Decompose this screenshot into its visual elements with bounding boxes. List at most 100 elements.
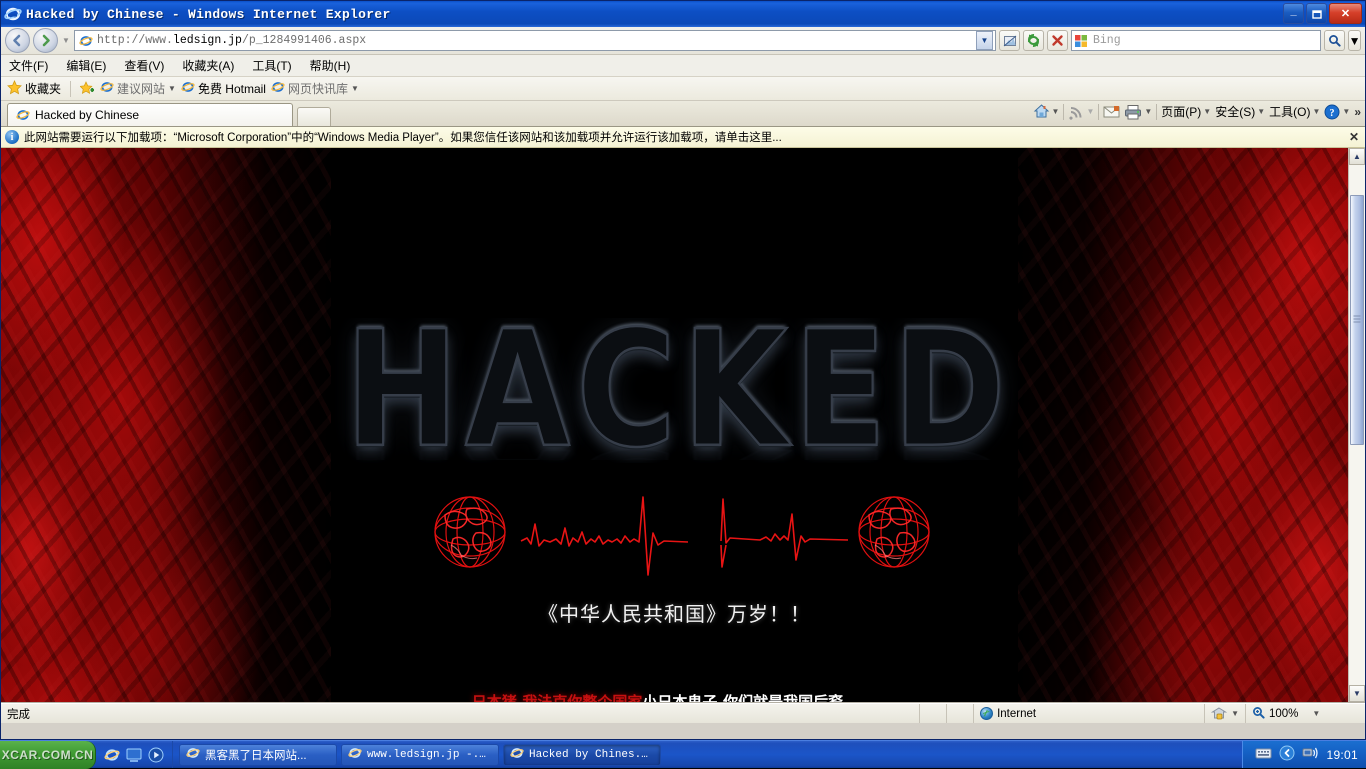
refresh-button[interactable]	[1023, 30, 1044, 51]
tab-hacked-by-chinese[interactable]: Hacked by Chinese	[7, 103, 293, 126]
search-icon[interactable]	[1324, 30, 1345, 51]
chevron-down-icon[interactable]: ▼	[1312, 107, 1320, 116]
print-button[interactable]: ▼	[1124, 104, 1152, 120]
menu-edit[interactable]: 编辑(E)	[66, 57, 106, 74]
window-controls: _ ✕	[1283, 3, 1362, 24]
scrollbar-track[interactable]	[1349, 165, 1365, 685]
page-menu-label: 页面(P)	[1161, 105, 1202, 119]
page-menu-button[interactable]: 页面(P) ▼	[1161, 103, 1211, 120]
menu-view[interactable]: 查看(V)	[124, 57, 164, 74]
command-bar: ▼ ▼ ▼ 页面(P) ▼ 安全(S) ▼ 工具(O) ▼ ? ▼ »	[1033, 103, 1361, 120]
taskbar-item[interactable]: 黑客黑了日本网站...	[179, 743, 337, 766]
add-to-favorites-icon[interactable]	[80, 81, 95, 96]
search-input[interactable]: Bing	[1071, 30, 1321, 51]
chevron-down-icon: ▼	[1086, 107, 1095, 116]
ie-icon[interactable]	[104, 747, 120, 763]
tab-label: Hacked by Chinese	[35, 108, 140, 122]
forward-button[interactable]	[33, 28, 58, 53]
page-scrollbar[interactable]: ▲ ▼	[1348, 148, 1365, 702]
chevron-down-icon[interactable]: ▼	[1203, 107, 1211, 116]
compatibility-view-icon[interactable]	[999, 30, 1020, 51]
address-dropdown-caret[interactable]: ▼	[976, 31, 993, 50]
window-title: Hacked by Chinese - Windows Internet Exp…	[26, 6, 391, 22]
ie-icon	[181, 80, 195, 97]
taskbar-item-label: 黑客黑了日本网站...	[205, 749, 307, 762]
taskbar-clock[interactable]: 19:01	[1326, 748, 1358, 762]
favbar-divider	[70, 80, 72, 97]
star-icon	[7, 79, 22, 98]
page-favicon	[79, 34, 93, 48]
address-bar[interactable]: http://www.ledsign.jp/p_1284991406.aspx …	[74, 30, 996, 51]
headline-red-part: 日本猪,我法克你整个国家	[471, 693, 643, 702]
favbar-item-label: 免费 Hotmail	[197, 82, 266, 96]
favbar-item-web-slice-gallery[interactable]: 网页快讯库 ▼	[271, 80, 359, 97]
hacked-defacement-page: HACKED HACKED	[1, 148, 1348, 702]
info-icon: i	[5, 130, 19, 144]
mail-button[interactable]	[1103, 105, 1120, 119]
favorites-center-button[interactable]: 收藏夹	[7, 79, 61, 98]
browser-window: Hacked by Chinese - Windows Internet Exp…	[0, 0, 1366, 740]
close-icon[interactable]: ✕	[1349, 130, 1359, 144]
keyboard-icon[interactable]	[1255, 747, 1272, 763]
menu-help[interactable]: 帮助(H)	[310, 57, 351, 74]
ie-icon	[186, 746, 200, 763]
media-player-icon[interactable]	[148, 747, 164, 763]
chevron-down-icon[interactable]: ▼	[1052, 107, 1060, 116]
show-desktop-icon[interactable]	[126, 747, 142, 763]
security-zone[interactable]: Internet	[974, 704, 1204, 723]
chevron-down-icon[interactable]: ▼	[1312, 709, 1320, 718]
title-bar: Hacked by Chinese - Windows Internet Exp…	[1, 1, 1365, 27]
zoom-icon	[1252, 706, 1265, 722]
command-bar-overflow-icon[interactable]: »	[1354, 105, 1361, 119]
scrollbar-thumb[interactable]	[1350, 195, 1364, 445]
cmdbar-divider	[1098, 103, 1100, 120]
address-toolbar: ▼ http://www.ledsign.jp/p_1284991406.asp…	[1, 27, 1365, 55]
taskbar-item-active[interactable]: Hacked by Chines...	[503, 743, 661, 766]
chevron-down-icon[interactable]: ▼	[1257, 107, 1265, 116]
taskbar-item[interactable]: www.ledsign.jp -...	[341, 743, 499, 766]
headline-white-part: 小日本鬼子,你们就是我国后裔......	[642, 693, 878, 702]
scroll-up-button[interactable]: ▲	[1349, 148, 1365, 165]
tab-bar: Hacked by Chinese ▼ ▼ ▼ 页面(P) ▼ 安全(S) ▼ …	[1, 101, 1365, 127]
start-button[interactable]: XCAR.COM.CN	[0, 740, 96, 769]
protected-mode-indicator[interactable]: ▼	[1205, 704, 1245, 723]
chevron-down-icon[interactable]: ▼	[168, 84, 176, 93]
ie-icon	[100, 80, 114, 97]
taskbar-item-label: Hacked by Chines...	[529, 748, 654, 761]
tools-menu-label: 工具(O)	[1269, 105, 1311, 119]
page-slogan: 《中华人民共和国》万岁！！	[538, 602, 811, 626]
tools-menu-button[interactable]: 工具(O) ▼	[1269, 103, 1320, 120]
home-button[interactable]: ▼	[1033, 103, 1060, 120]
safety-menu-button[interactable]: 安全(S) ▼	[1215, 103, 1265, 120]
close-button[interactable]: ✕	[1329, 3, 1362, 24]
menu-file[interactable]: 文件(F)	[9, 57, 48, 74]
chevron-down-icon[interactable]: ▼	[351, 84, 359, 93]
chevron-down-icon[interactable]: ▼	[1342, 107, 1350, 116]
information-bar-text: 此网站需要运行以下加载项：“Microsoft Corporation”中的“W…	[24, 132, 782, 144]
feeds-button[interactable]: ▼	[1068, 104, 1094, 120]
favorites-bar: 收藏夹 建议网站 ▼ 免费 Hotmail 网页快讯库 ▼	[1, 77, 1365, 101]
help-menu-button[interactable]: ? ▼	[1324, 104, 1350, 120]
task-list: 黑客黑了日本网站... www.ledsign.jp -... Hacked b…	[173, 743, 1242, 766]
scroll-down-button[interactable]: ▼	[1349, 685, 1365, 702]
new-tab-button[interactable]	[297, 107, 331, 126]
stop-button[interactable]	[1047, 30, 1068, 51]
menu-favorites[interactable]: 收藏夹(A)	[182, 57, 234, 74]
back-button[interactable]	[5, 28, 30, 53]
minimize-button[interactable]: _	[1283, 3, 1304, 24]
search-provider-caret[interactable]: ▼	[1348, 30, 1361, 51]
maximize-button[interactable]	[1306, 3, 1327, 24]
show-hidden-icons[interactable]	[1279, 745, 1295, 764]
favbar-item-hotmail[interactable]: 免费 Hotmail	[181, 80, 266, 97]
menu-tools[interactable]: 工具(T)	[252, 57, 291, 74]
zoom-level[interactable]: 100% ▼	[1246, 704, 1351, 723]
chevron-down-icon[interactable]: ▼	[1231, 709, 1239, 718]
recent-pages-caret[interactable]: ▼	[61, 36, 71, 45]
network-icon[interactable]	[1302, 746, 1319, 763]
hacked-wordmark-reflection-text: HACKED	[345, 433, 1013, 460]
chevron-down-icon[interactable]: ▼	[1144, 107, 1152, 116]
favbar-item-suggested-sites[interactable]: 建议网站 ▼	[100, 80, 176, 97]
security-zone-label: Internet	[997, 707, 1037, 720]
information-bar[interactable]: i 此网站需要运行以下加载项：“Microsoft Corporation”中的…	[1, 127, 1365, 148]
taskbar: XCAR.COM.CN 黑客黑了日本网站... www.ledsign.jp -…	[0, 740, 1366, 769]
